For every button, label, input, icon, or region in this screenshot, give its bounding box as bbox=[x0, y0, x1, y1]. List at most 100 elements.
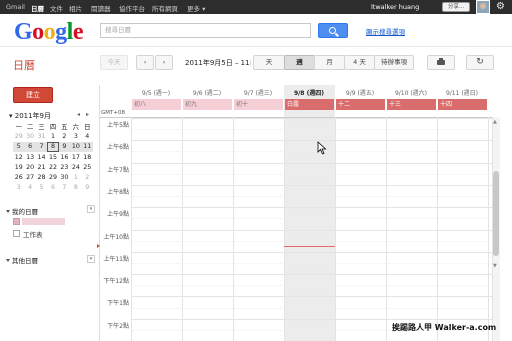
mini-calendar-day[interactable]: 30 bbox=[24, 131, 35, 141]
scrollbar-thumb[interactable] bbox=[493, 171, 499, 256]
mini-calendar-prev-button[interactable]: ◂ bbox=[77, 111, 80, 118]
nav-calendar[interactable]: 日曆 bbox=[31, 3, 44, 13]
day-column-header[interactable]: 9/5 (週一) bbox=[131, 88, 181, 97]
view-month-button[interactable]: 月 bbox=[314, 55, 345, 70]
mini-calendar-day[interactable]: 30 bbox=[59, 172, 70, 182]
mini-calendar-day[interactable]: 7 bbox=[59, 183, 70, 193]
refresh-button[interactable]: ↻ bbox=[466, 55, 494, 70]
mini-calendar-day[interactable]: 3 bbox=[13, 183, 24, 193]
mini-calendar-day[interactable]: 11 bbox=[81, 141, 93, 152]
mini-calendar-day[interactable]: 10 bbox=[70, 141, 82, 152]
google-logo[interactable]: Google bbox=[14, 19, 84, 46]
mini-calendar-day[interactable]: 21 bbox=[36, 162, 47, 172]
all-day-event[interactable]: 初十 bbox=[234, 99, 283, 110]
day-column-header[interactable]: 9/8 (週四) bbox=[284, 88, 334, 97]
mini-calendar-day[interactable]: 6 bbox=[47, 183, 58, 193]
mini-calendar-day[interactable]: 22 bbox=[47, 162, 58, 172]
mini-calendar-day[interactable]: 3 bbox=[70, 131, 81, 141]
all-day-event[interactable]: 初八 bbox=[132, 99, 181, 110]
mini-calendar-day[interactable]: 2 bbox=[82, 172, 93, 182]
mini-calendar-day[interactable]: 9 bbox=[82, 183, 93, 193]
printer-icon bbox=[437, 58, 445, 65]
half-hour-line bbox=[131, 285, 495, 287]
view-week-button[interactable]: 週 bbox=[284, 55, 315, 70]
mini-calendar-day[interactable]: 5 bbox=[36, 183, 47, 193]
calendar-color-swatch[interactable] bbox=[13, 218, 20, 225]
time-label: 下午2點 bbox=[107, 322, 129, 330]
my-calendars-menu-button[interactable]: ▾ bbox=[87, 205, 95, 213]
mini-calendar-day[interactable]: 4 bbox=[82, 131, 93, 141]
avatar[interactable] bbox=[476, 0, 490, 14]
mini-calendar-day[interactable]: 29 bbox=[13, 131, 24, 141]
nav-documents[interactable]: 文件 bbox=[50, 3, 63, 13]
mini-calendar-day[interactable]: 29 bbox=[47, 172, 58, 182]
mini-calendar-day[interactable]: 23 bbox=[59, 162, 70, 172]
mini-calendar-day[interactable]: 28 bbox=[36, 172, 47, 182]
all-day-event[interactable]: 十三 bbox=[387, 99, 436, 110]
search-button[interactable] bbox=[318, 23, 348, 38]
view-4day-button[interactable]: 4 天 bbox=[344, 55, 375, 70]
gear-icon[interactable]: ⚙ bbox=[496, 1, 505, 12]
view-agenda-button[interactable]: 待辦事項 bbox=[374, 55, 414, 70]
scroll-up-arrow-icon[interactable]: ▲ bbox=[493, 119, 497, 125]
my-calendars-header[interactable]: 我的日曆 bbox=[6, 206, 38, 216]
mini-calendar-day[interactable]: 14 bbox=[36, 152, 47, 162]
mini-calendar-day[interactable]: 20 bbox=[24, 162, 35, 172]
nav-gmail[interactable]: Gmail bbox=[6, 3, 25, 11]
calendar-item-tasks[interactable]: 工作表 bbox=[13, 229, 73, 239]
mini-calendar-next-button[interactable]: ▸ bbox=[86, 111, 89, 118]
search-input[interactable]: 搜尋日曆 bbox=[100, 23, 311, 38]
scroll-down-arrow-icon[interactable]: ▼ bbox=[493, 263, 497, 269]
mini-calendar-day[interactable]: 13 bbox=[24, 152, 35, 162]
all-day-event[interactable]: 初九 bbox=[183, 99, 232, 110]
mini-calendar-day[interactable]: 17 bbox=[70, 152, 81, 162]
user-name[interactable]: ltwalker huang bbox=[371, 3, 419, 11]
mini-calendar-day[interactable]: 1 bbox=[70, 172, 81, 182]
day-column-header[interactable]: 9/7 (週三) bbox=[233, 88, 283, 97]
view-day-button[interactable]: 天 bbox=[253, 55, 285, 70]
day-column-header[interactable]: 9/10 (週六) bbox=[386, 88, 436, 97]
calendar-checkbox[interactable] bbox=[13, 230, 20, 237]
day-column-header[interactable]: 9/6 (週二) bbox=[182, 88, 232, 97]
nav-reader[interactable]: 閱讀器 bbox=[91, 3, 111, 13]
nav-web[interactable]: 所有網頁 bbox=[152, 3, 178, 13]
nav-photos[interactable]: 相片 bbox=[69, 3, 82, 13]
mini-calendar-day[interactable]: 9 bbox=[58, 141, 71, 152]
mini-calendar-day[interactable]: 31 bbox=[36, 131, 47, 141]
mini-calendar-day[interactable]: 19 bbox=[13, 162, 24, 172]
mini-calendar-day[interactable]: 7 bbox=[35, 141, 48, 152]
mini-calendar-day[interactable]: 12 bbox=[13, 152, 24, 162]
mini-calendar-day[interactable]: 27 bbox=[24, 172, 35, 182]
mini-calendar-day[interactable]: 4 bbox=[24, 183, 35, 193]
all-day-event[interactable]: 十二 bbox=[336, 99, 385, 110]
prev-week-button[interactable]: ‹ bbox=[136, 55, 154, 70]
day-column-header[interactable]: 9/9 (週五) bbox=[335, 88, 385, 97]
mini-calendar-day[interactable]: 6 bbox=[24, 141, 36, 152]
mini-calendar-day[interactable]: 16 bbox=[59, 152, 70, 162]
mini-calendar-day[interactable]: 1 bbox=[47, 131, 58, 141]
mini-calendar-day[interactable]: 2 bbox=[59, 131, 70, 141]
other-calendars-menu-button[interactable]: ▾ bbox=[87, 255, 95, 263]
mini-calendar-day[interactable]: 24 bbox=[70, 162, 81, 172]
mini-calendar-title[interactable]: ▾ 2011年9月 bbox=[9, 111, 51, 121]
all-day-event[interactable]: 十四 bbox=[438, 99, 487, 110]
search-options-link[interactable]: 顯示搜尋選項 bbox=[366, 26, 405, 36]
nav-more[interactable]: 更多 ▾ bbox=[187, 3, 205, 13]
create-event-button[interactable]: 建立 bbox=[13, 87, 53, 103]
mini-calendar-day[interactable]: 15 bbox=[47, 152, 58, 162]
nav-sites[interactable]: 協作平台 bbox=[119, 3, 145, 13]
print-button[interactable] bbox=[427, 55, 455, 70]
today-button[interactable]: 今天 bbox=[100, 55, 128, 70]
mini-calendar-day[interactable]: 8 bbox=[47, 141, 59, 152]
all-day-event[interactable]: 白露 bbox=[285, 99, 334, 110]
mini-calendar-day[interactable]: 18 bbox=[82, 152, 93, 162]
share-button[interactable]: 分享... bbox=[442, 2, 470, 12]
mini-calendar-day[interactable]: 8 bbox=[70, 183, 81, 193]
other-calendars-header[interactable]: 其他日曆 bbox=[6, 255, 38, 265]
mini-calendar-day[interactable]: 26 bbox=[13, 172, 24, 182]
mini-calendar-day[interactable]: 5 bbox=[13, 141, 25, 152]
calendar-item-personal[interactable] bbox=[13, 217, 65, 226]
mini-calendar-day[interactable]: 25 bbox=[82, 162, 93, 172]
day-column-header[interactable]: 9/11 (週日) bbox=[437, 88, 487, 97]
next-week-button[interactable]: › bbox=[155, 55, 173, 70]
